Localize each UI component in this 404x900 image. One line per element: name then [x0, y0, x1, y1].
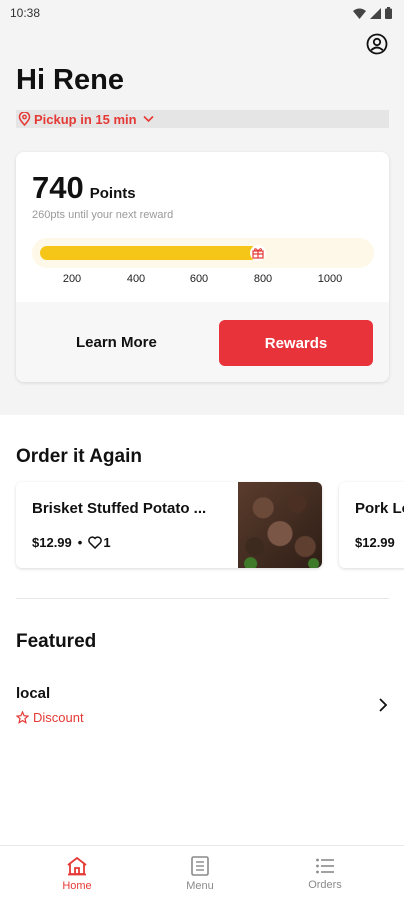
separator-dot: • — [77, 535, 83, 550]
location-pin-icon — [18, 112, 31, 126]
featured-item[interactable]: local Discount — [16, 685, 389, 729]
order-again-card[interactable]: Brisket Stuffed Potato ... $12.99 • 1 — [16, 482, 322, 568]
order-item-name: Pork Lo — [355, 500, 404, 517]
featured-item-name: local — [16, 685, 51, 702]
featured-title: Featured — [16, 631, 97, 652]
order-item-likes: 1 — [103, 535, 111, 550]
tick-label: 600 — [189, 273, 209, 285]
nav-menu[interactable]: Menu — [150, 846, 250, 900]
points-value: 740 — [32, 170, 84, 205]
nav-orders-label: Orders — [308, 878, 342, 891]
star-icon — [16, 711, 29, 724]
rewards-card-actions: Learn More Rewards — [16, 302, 389, 382]
chevron-right-icon — [379, 698, 388, 712]
order-item-name: Brisket Stuffed Potato ... — [32, 500, 207, 517]
order-item-price: $12.99 — [32, 535, 72, 550]
chevron-down-icon — [143, 115, 154, 123]
signal-icon — [370, 7, 381, 19]
featured-tag-label: Discount — [33, 710, 84, 725]
status-bar: 10:38 — [0, 0, 404, 26]
points-row: 740 Points — [32, 170, 136, 206]
bottom-navigation: Home Menu Orders — [0, 845, 404, 900]
tick-label: 200 — [62, 273, 82, 285]
featured-item-tag: Discount — [16, 710, 84, 725]
order-item-meta: $12.99 — [355, 535, 395, 550]
wifi-icon — [353, 8, 366, 19]
tick-label: 800 — [253, 273, 273, 285]
home-icon — [67, 856, 87, 875]
points-until-reward: 260pts until your next reward — [32, 209, 174, 221]
points-progress-bar — [32, 238, 374, 268]
list-icon — [316, 858, 334, 873]
order-again-card[interactable]: Pork Lo $12.99 — [339, 482, 404, 568]
nav-orders[interactable]: Orders — [275, 846, 375, 900]
status-time: 10:38 — [10, 6, 41, 20]
order-item-meta: $12.99 • 1 — [32, 535, 111, 550]
status-icons — [353, 7, 392, 19]
battery-icon — [385, 7, 392, 19]
order-item-image — [238, 482, 322, 568]
profile-icon[interactable] — [366, 33, 388, 55]
rewards-card: 740 Points 260pts until your next reward… — [16, 152, 389, 382]
tick-label: 400 — [126, 273, 146, 285]
learn-more-button[interactable]: Learn More — [76, 334, 157, 351]
pickup-label: Pickup in 15 min — [34, 111, 137, 127]
order-again-title: Order it Again — [16, 446, 142, 467]
pickup-selector[interactable]: Pickup in 15 min — [16, 110, 389, 128]
gift-icon — [250, 245, 266, 261]
points-label: Points — [89, 185, 136, 202]
rewards-button[interactable]: Rewards — [219, 320, 373, 366]
menu-book-icon — [191, 855, 209, 876]
progress-ticks: 200 400 600 800 1000 — [16, 273, 389, 287]
nav-menu-label: Menu — [186, 879, 214, 892]
order-item-price: $12.99 — [355, 535, 395, 550]
nav-home[interactable]: Home — [27, 846, 127, 900]
section-divider — [16, 598, 389, 599]
nav-home-label: Home — [62, 879, 92, 892]
tick-label: 1000 — [317, 273, 343, 285]
greeting-title: Hi Rene — [16, 64, 124, 96]
heart-icon[interactable] — [88, 536, 103, 549]
progress-fill — [40, 246, 258, 260]
